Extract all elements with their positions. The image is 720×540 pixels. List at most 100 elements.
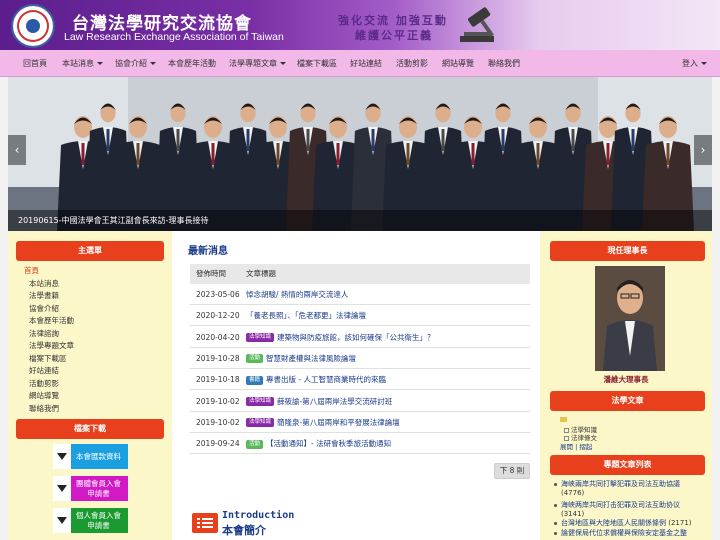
news-date: 2019-10-18 (196, 375, 240, 385)
nav-about[interactable]: 協會介紹 (115, 50, 156, 77)
intro-heading-en: Introduction (222, 510, 295, 521)
news-title-text[interactable]: 建築物與防疫旅館，該如何確保「公共衛生」？ (277, 333, 435, 342)
tree-root[interactable] (560, 416, 569, 424)
news-date: 2019-10-02 (196, 417, 240, 427)
news-row[interactable]: 2019-10-28 活動 智慧財產權與法律風險論壇 (190, 348, 530, 369)
nav-home[interactable]: 回首頁 (23, 50, 47, 77)
news-row[interactable]: 2020-04-20 法學知識 建築物與防疫旅館，該如何確保「公共衛生」？ (190, 327, 530, 348)
topic-item[interactable]: 海峡两岸共同打击犯罪及司法互助协议 (3141) (554, 501, 704, 519)
folder-icon (560, 417, 567, 422)
news-title-text[interactable]: 薛筱諭-第八屆兩岸法學交流研討班 (277, 397, 392, 406)
law-articles-title: 法學文章 (550, 391, 705, 411)
downloads-title: 檔案下載 (16, 419, 164, 439)
news-row[interactable]: 2019-10-18 書籍 專書出版 - 人工智慧商業時代的來臨 (190, 369, 530, 391)
expand-all-link[interactable]: 展開 (560, 443, 573, 451)
site-subtitle: Law Research Exchange Association of Tai… (64, 31, 284, 43)
menu-item-consult[interactable]: 法律諮詢 (29, 328, 59, 339)
nav-gallery[interactable]: 活動剪影 (396, 50, 428, 77)
menu-item-activities[interactable]: 本會歷年活動 (29, 315, 74, 326)
chevron-down-icon (150, 62, 156, 65)
download-button-label: 申請書 (87, 520, 110, 530)
nav-sitemap[interactable]: 網站導覽 (442, 50, 474, 77)
news-row[interactable]: 2019-09-24 活動 【活動通知】- 法研會秋季旅活動通知 (190, 433, 530, 455)
document-icon (192, 513, 218, 533)
topic-item[interactable]: 海峽兩岸共同打擊犯罪及司法互助協議 (4776) (554, 480, 704, 498)
right-sidebar: 現任理事長 潘維大理事長 法學文章 法學知識 法律條文 展開 | 摺起 專題文章… (540, 231, 712, 540)
menu-item-sitemap[interactable]: 網站導覽 (29, 390, 59, 401)
news-row[interactable]: 2019-10-02 法學知識 薛筱諭-第八屆兩岸法學交流研討班 (190, 391, 530, 412)
news-link[interactable]: 書籍 專書出版 - 人工智慧商業時代的來臨 (246, 369, 386, 390)
nav-activities[interactable]: 本會歷年活動 (168, 50, 216, 77)
news-date: 2020-12-20 (196, 311, 240, 321)
news-date: 2019-09-24 (196, 439, 240, 449)
carousel-next-button[interactable]: › (694, 135, 712, 165)
site-header: 台灣法學研究交流協會 Law Research Exchange Associa… (0, 0, 720, 50)
carousel-prev-button[interactable]: ‹ (8, 135, 26, 165)
news-link[interactable]: 「養老長照」、「危老都更」法律論壇 (246, 305, 366, 326)
chevron-down-icon (280, 62, 286, 65)
menu-item-gallery[interactable]: 活動剪影 (29, 378, 59, 389)
news-link[interactable]: 活動 【活動通知】- 法研會秋季旅活動通知 (246, 433, 391, 454)
news-row[interactable]: 2019-10-02 法學知識 簡隆泉-第八屆兩岸和平發展法律論壇 (190, 412, 530, 433)
next-page-button[interactable]: 下 8 則 (494, 463, 530, 479)
carousel-photo (8, 77, 712, 231)
news-link[interactable]: 法學知識 簡隆泉-第八屆兩岸和平發展法律論壇 (246, 412, 400, 433)
news-date: 2019-10-02 (196, 396, 240, 406)
nav-links[interactable]: 好站連結 (350, 50, 382, 77)
photo-carousel[interactable]: ‹ › 20190615-中國法學會王其江副會長來訪-理事長接待 (8, 77, 712, 231)
download-icon (53, 444, 71, 469)
news-title: 最新消息 (188, 246, 228, 257)
news-row[interactable]: 2023-05-06 悼念胡駿/ 熱情的兩岸交流達人 (190, 284, 530, 305)
association-logo[interactable] (11, 4, 55, 48)
nav-articles[interactable]: 法學專題文章 (229, 50, 286, 77)
carousel-caption: 20190615-中國法學會王其江副會長來訪-理事長接待 (8, 210, 712, 231)
download-icon (53, 476, 71, 501)
slogan-line-1: 強化交流 加強互動 (338, 14, 448, 27)
menu-item-downloads[interactable]: 檔案下載區 (29, 353, 67, 364)
news-title-text[interactable]: 簡隆泉-第八屆兩岸和平發展法律論壇 (277, 418, 400, 427)
news-title-text[interactable]: 【活動通知】- 法研會秋季旅活動通知 (266, 439, 391, 448)
news-title-text[interactable]: 智慧財產權與法律風險論壇 (266, 354, 356, 363)
news-title-text[interactable]: 「養老長照」、「危老都更」法律論壇 (246, 311, 366, 320)
news-title-text[interactable]: 專書出版 - 人工智慧商業時代的來臨 (266, 375, 386, 384)
news-date: 2020-04-20 (196, 332, 240, 342)
category-badge: 書籍 (246, 375, 264, 385)
menu-item-contact[interactable]: 聯絡我們 (29, 403, 59, 414)
menu-item-articles[interactable]: 法學專題文章 (29, 340, 74, 351)
gavel-icon (460, 7, 494, 42)
topic-item[interactable]: 論健保局代位求償權與保險安定基金之整 (554, 529, 704, 538)
news-table-header: 發佈時間 文章標題 (190, 264, 530, 284)
nav-news[interactable]: 本站消息 (62, 50, 103, 77)
menu-item-links[interactable]: 好站連結 (29, 365, 59, 376)
category-badge: 活動 (246, 354, 264, 364)
intro-heading-zh: 本會簡介 (222, 524, 266, 537)
chairman-title: 現任理事長 (550, 241, 705, 261)
col-title-header: 文章標題 (246, 269, 276, 278)
topic-item[interactable]: 台灣地區與大陸地區人民關係條例 (2171) (554, 519, 704, 528)
left-sidebar: 主選單 首頁 本站消息 法學書籍 協會介紹 本會歷年活動 法律諮詢 法學專題文章… (8, 231, 172, 540)
slogan-line-2: 維護公平正義 (355, 29, 433, 42)
nav-downloads[interactable]: 檔案下載區 (297, 50, 337, 77)
download-icon (53, 508, 71, 533)
category-badge: 法學知識 (246, 397, 275, 406)
news-link[interactable]: 悼念胡駿/ 熱情的兩岸交流達人 (246, 284, 348, 305)
chevron-down-icon (701, 62, 707, 65)
menu-item-books[interactable]: 法學書籍 (29, 290, 59, 301)
news-link[interactable]: 活動 智慧財產權與法律風險論壇 (246, 348, 356, 369)
menu-item-news[interactable]: 本站消息 (29, 278, 59, 289)
news-link[interactable]: 法學知識 薛筱諭-第八屆兩岸法學交流研討班 (246, 391, 392, 412)
nav-contact[interactable]: 聯絡我們 (488, 50, 520, 77)
group-photo (8, 77, 712, 231)
news-link[interactable]: 法學知識 建築物與防疫旅館，該如何確保「公共衛生」？ (246, 327, 435, 348)
menu-item-about[interactable]: 協會介紹 (29, 303, 59, 314)
chairman-name[interactable]: 潘維大理事長 (540, 374, 712, 385)
chairman-photo[interactable] (595, 266, 665, 371)
category-badge: 法學知識 (246, 333, 275, 343)
login-button[interactable]: 登入 (682, 50, 707, 77)
menu-item-home[interactable]: 首頁 (24, 265, 39, 276)
news-date: 2019-10-28 (196, 353, 240, 363)
collapse-all-link[interactable]: 摺起 (579, 443, 592, 451)
news-row[interactable]: 2020-12-20 「養老長照」、「危老都更」法律論壇 (190, 305, 530, 327)
news-title-text[interactable]: 悼念胡駿/ 熱情的兩岸交流達人 (246, 290, 348, 299)
main-menu-title: 主選單 (16, 241, 164, 261)
